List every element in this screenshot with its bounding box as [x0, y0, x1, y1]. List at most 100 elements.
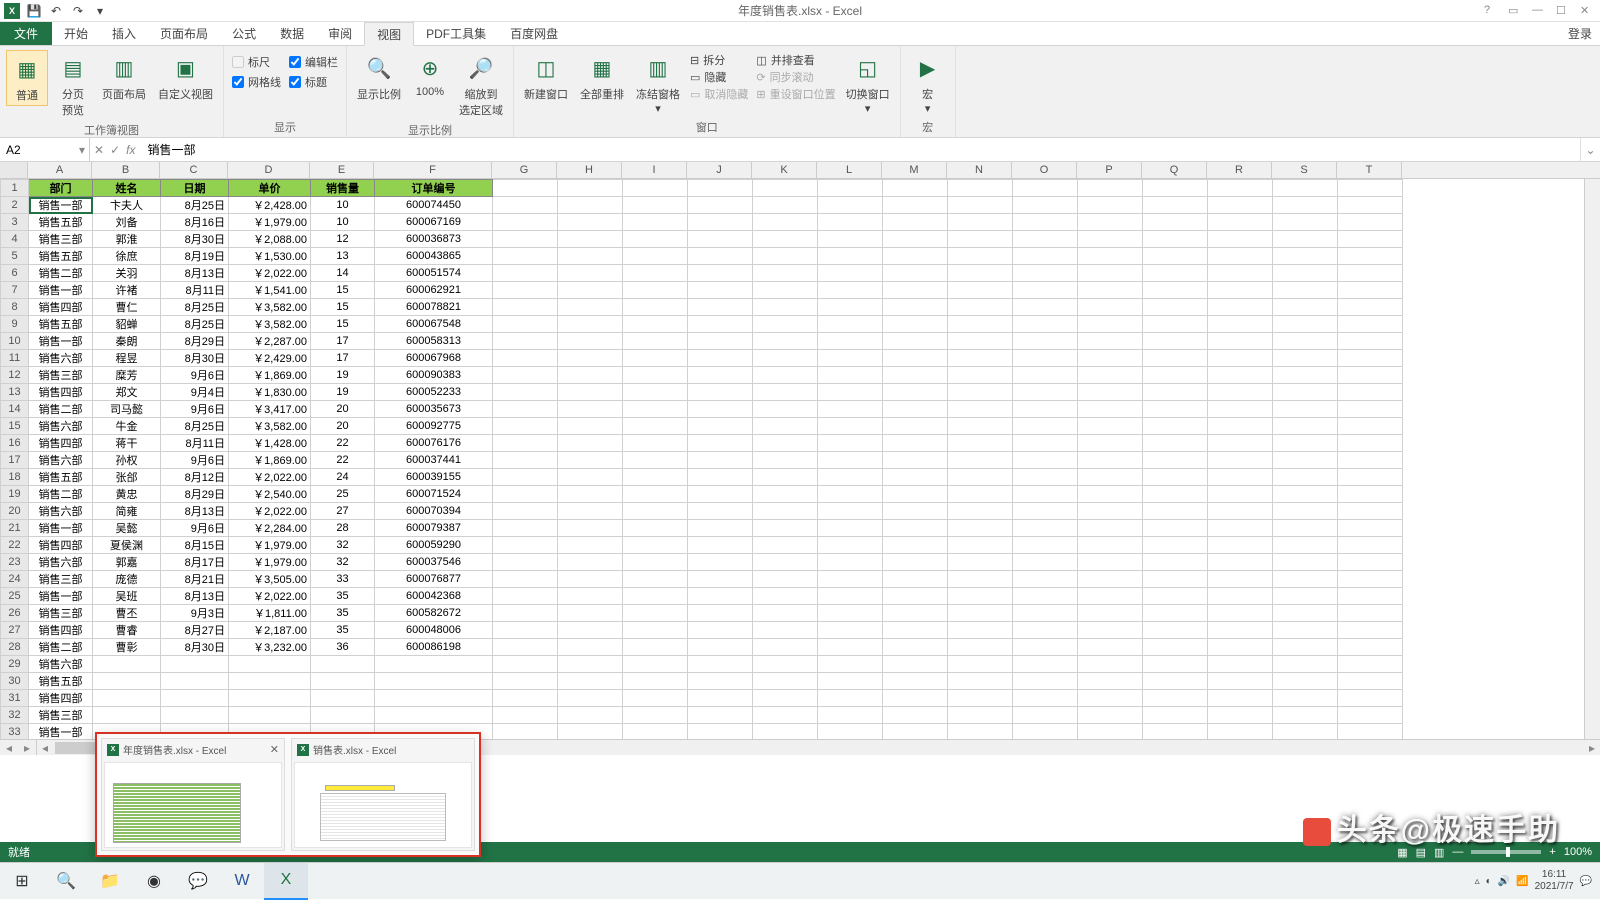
cell[interactable]: ￥1,541.00: [229, 282, 311, 299]
chevron-down-icon[interactable]: ▾: [79, 143, 85, 157]
cell[interactable]: 600042368: [375, 588, 493, 605]
cell[interactable]: 36: [311, 639, 375, 656]
cells-table[interactable]: 1部门姓名日期单价销售量订单编号2销售一部卞夫人8月25日￥2,428.0010…: [0, 179, 1403, 755]
redo-icon[interactable]: ↷: [70, 3, 86, 19]
new-window-button[interactable]: ◫新建窗口: [520, 50, 572, 104]
cell[interactable]: 9月6日: [161, 452, 229, 469]
cell[interactable]: 徐庶: [93, 248, 161, 265]
zoom-out-icon[interactable]: —: [1452, 846, 1463, 858]
fx-icon[interactable]: fx: [126, 143, 135, 157]
cell[interactable]: 600037441: [375, 452, 493, 469]
tab-file[interactable]: 文件: [0, 22, 52, 45]
row-header[interactable]: 7: [1, 282, 29, 299]
cell[interactable]: ￥1,811.00: [229, 605, 311, 622]
cell[interactable]: ￥2,429.00: [229, 350, 311, 367]
tab-插入[interactable]: 插入: [100, 22, 148, 45]
cell[interactable]: 35: [311, 605, 375, 622]
row-header[interactable]: 26: [1, 605, 29, 622]
cell[interactable]: ￥1,428.00: [229, 435, 311, 452]
cell[interactable]: ￥1,979.00: [229, 537, 311, 554]
cell[interactable]: 35: [311, 622, 375, 639]
cell[interactable]: 8月25日: [161, 316, 229, 333]
enter-formula-icon[interactable]: ✓: [110, 143, 120, 157]
cell[interactable]: 32: [311, 537, 375, 554]
cell[interactable]: 9月3日: [161, 605, 229, 622]
switcher-window-1[interactable]: X年度销售表.xlsx - Excel✕: [101, 738, 285, 851]
cell[interactable]: 销售一部: [29, 520, 93, 537]
cell[interactable]: 9月6日: [161, 520, 229, 537]
row-header[interactable]: 30: [1, 673, 29, 690]
cell[interactable]: 销售三部: [29, 707, 93, 724]
cell[interactable]: 600067169: [375, 214, 493, 231]
header-cell[interactable]: 部门: [29, 180, 93, 197]
cell[interactable]: 600051574: [375, 265, 493, 282]
cell[interactable]: 28: [311, 520, 375, 537]
cell[interactable]: 销售五部: [29, 469, 93, 486]
cell[interactable]: 郭淮: [93, 231, 161, 248]
cell[interactable]: 600092775: [375, 418, 493, 435]
col-header[interactable]: F: [374, 162, 492, 178]
cell[interactable]: 8月11日: [161, 282, 229, 299]
cell[interactable]: 600035673: [375, 401, 493, 418]
view-shortcut-normal-icon[interactable]: ▦: [1397, 846, 1407, 859]
zoom-selection-button[interactable]: 🔎缩放到 选定区域: [455, 50, 507, 120]
cell[interactable]: 600071524: [375, 486, 493, 503]
header-cell[interactable]: 单价: [229, 180, 311, 197]
cell[interactable]: ￥2,022.00: [229, 469, 311, 486]
cell[interactable]: 10: [311, 197, 375, 214]
cell[interactable]: 销售三部: [29, 571, 93, 588]
cell[interactable]: ￥3,232.00: [229, 639, 311, 656]
cell[interactable]: 9月6日: [161, 401, 229, 418]
vertical-scrollbar[interactable]: [1584, 179, 1600, 739]
cell[interactable]: 10: [311, 214, 375, 231]
col-header[interactable]: G: [492, 162, 557, 178]
cell[interactable]: [93, 673, 161, 690]
cell[interactable]: ￥3,417.00: [229, 401, 311, 418]
header-cell[interactable]: 销售量: [311, 180, 375, 197]
cell[interactable]: 卞夫人: [93, 197, 161, 214]
macros-button[interactable]: ▶宏▾: [907, 50, 949, 117]
row-header[interactable]: 10: [1, 333, 29, 350]
cell[interactable]: 郑文: [93, 384, 161, 401]
col-header[interactable]: I: [622, 162, 687, 178]
tab-PDF工具集[interactable]: PDF工具集: [414, 22, 498, 45]
cell[interactable]: 销售二部: [29, 265, 93, 282]
cell[interactable]: 销售六部: [29, 656, 93, 673]
cell[interactable]: ￥1,530.00: [229, 248, 311, 265]
row-header[interactable]: 20: [1, 503, 29, 520]
cell[interactable]: 销售六部: [29, 418, 93, 435]
minimize-icon[interactable]: —: [1532, 4, 1546, 18]
row-header[interactable]: 22: [1, 537, 29, 554]
row-header[interactable]: 15: [1, 418, 29, 435]
cell[interactable]: 33: [311, 571, 375, 588]
tab-开始[interactable]: 开始: [52, 22, 100, 45]
undo-icon[interactable]: ↶: [48, 3, 64, 19]
cancel-formula-icon[interactable]: ✕: [94, 143, 104, 157]
cell[interactable]: 22: [311, 452, 375, 469]
cell[interactable]: 600048006: [375, 622, 493, 639]
sheet-nav-next-icon[interactable]: ▸: [18, 741, 36, 755]
cell[interactable]: 15: [311, 299, 375, 316]
cell[interactable]: 600059290: [375, 537, 493, 554]
cell[interactable]: 蒋干: [93, 435, 161, 452]
zoom-button[interactable]: 🔍显示比例: [353, 50, 405, 104]
cell[interactable]: ￥2,287.00: [229, 333, 311, 350]
cell[interactable]: 销售二部: [29, 401, 93, 418]
file-explorer-icon[interactable]: 📁: [88, 863, 132, 900]
cell[interactable]: 销售六部: [29, 554, 93, 571]
row-header[interactable]: 28: [1, 639, 29, 656]
cell[interactable]: 600086198: [375, 639, 493, 656]
cell[interactable]: 销售六部: [29, 503, 93, 520]
row-header[interactable]: 27: [1, 622, 29, 639]
cell[interactable]: ￥2,022.00: [229, 503, 311, 520]
search-icon[interactable]: 🔍: [44, 863, 88, 900]
cell[interactable]: ￥2,540.00: [229, 486, 311, 503]
cell[interactable]: 600076877: [375, 571, 493, 588]
cell[interactable]: 600076176: [375, 435, 493, 452]
cell[interactable]: 牛金: [93, 418, 161, 435]
side-by-side-button[interactable]: ◫ 并排查看: [756, 52, 835, 68]
cell[interactable]: [229, 656, 311, 673]
reset-pos-button[interactable]: ⊞ 重设窗口位置: [756, 86, 835, 102]
formula-input[interactable]: 销售一部: [139, 138, 1580, 161]
cell[interactable]: 19: [311, 384, 375, 401]
